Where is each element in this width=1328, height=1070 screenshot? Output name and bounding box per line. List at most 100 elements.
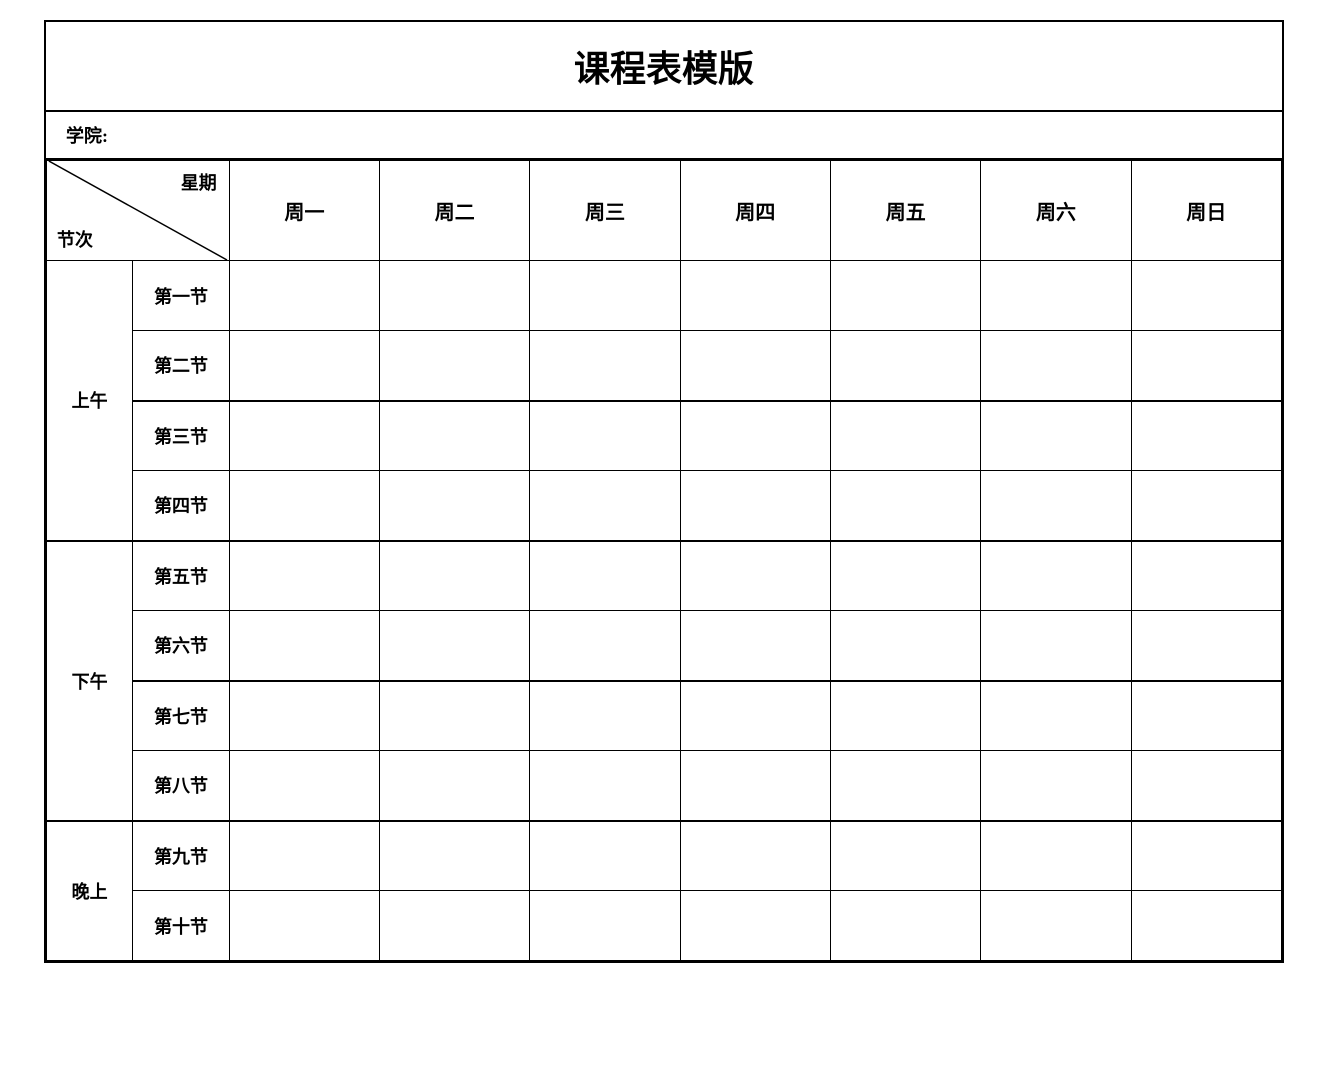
schedule-cell[interactable]	[229, 891, 379, 961]
schedule-cell[interactable]	[530, 681, 680, 751]
table-row: 第六节	[47, 611, 1282, 681]
schedule-cell[interactable]	[1131, 261, 1281, 331]
schedule-cell[interactable]	[680, 821, 830, 891]
schedule-cell[interactable]	[831, 401, 981, 471]
schedule-cell[interactable]	[530, 611, 680, 681]
schedule-cell[interactable]	[831, 681, 981, 751]
schedule-table: 星期 节次 周一 周二 周三 周四 周五 周六 周日 上午第一节第二节第三节第四…	[46, 160, 1282, 961]
header-wednesday: 周三	[530, 161, 680, 261]
schedule-cell[interactable]	[981, 471, 1131, 541]
table-row: 下午第五节	[47, 541, 1282, 611]
time-group-1: 下午	[47, 541, 133, 821]
schedule-cell[interactable]	[680, 261, 830, 331]
schedule-cell[interactable]	[1131, 681, 1281, 751]
schedule-cell[interactable]	[380, 751, 530, 821]
schedule-cell[interactable]	[380, 471, 530, 541]
college-row: 学院:	[46, 112, 1282, 160]
table-row: 第二节	[47, 331, 1282, 401]
schedule-cell[interactable]	[680, 751, 830, 821]
schedule-cell[interactable]	[380, 261, 530, 331]
schedule-cell[interactable]	[229, 331, 379, 401]
schedule-cell[interactable]	[380, 821, 530, 891]
schedule-cell[interactable]	[229, 401, 379, 471]
schedule-cell[interactable]	[380, 331, 530, 401]
schedule-cell[interactable]	[530, 891, 680, 961]
schedule-cell[interactable]	[831, 261, 981, 331]
schedule-cell[interactable]	[229, 261, 379, 331]
schedule-cell[interactable]	[530, 331, 680, 401]
schedule-cell[interactable]	[1131, 821, 1281, 891]
schedule-cell[interactable]	[1131, 751, 1281, 821]
schedule-cell[interactable]	[680, 331, 830, 401]
schedule-cell[interactable]	[229, 681, 379, 751]
schedule-cell[interactable]	[981, 821, 1131, 891]
schedule-cell[interactable]	[981, 751, 1131, 821]
schedule-cell[interactable]	[680, 401, 830, 471]
schedule-cell[interactable]	[530, 751, 680, 821]
schedule-body: 上午第一节第二节第三节第四节下午第五节第六节第七节第八节晚上第九节第十节	[47, 261, 1282, 961]
schedule-wrapper: 课程表模版 学院: 星期 节次 周一	[44, 20, 1284, 963]
period-label: 第一节	[133, 261, 229, 331]
header-monday: 周一	[229, 161, 379, 261]
schedule-cell[interactable]	[229, 821, 379, 891]
schedule-cell[interactable]	[380, 401, 530, 471]
diagonal-bottom-label: 节次	[57, 226, 93, 252]
schedule-cell[interactable]	[530, 261, 680, 331]
schedule-cell[interactable]	[229, 541, 379, 611]
schedule-cell[interactable]	[1131, 611, 1281, 681]
table-row: 第十节	[47, 891, 1282, 961]
schedule-cell[interactable]	[229, 471, 379, 541]
schedule-cell[interactable]	[1131, 331, 1281, 401]
schedule-cell[interactable]	[680, 681, 830, 751]
schedule-cell[interactable]	[229, 611, 379, 681]
header-friday: 周五	[831, 161, 981, 261]
schedule-cell[interactable]	[981, 401, 1131, 471]
schedule-cell[interactable]	[831, 891, 981, 961]
table-row: 上午第一节	[47, 261, 1282, 331]
schedule-cell[interactable]	[1131, 401, 1281, 471]
schedule-cell[interactable]	[229, 751, 379, 821]
schedule-cell[interactable]	[981, 681, 1131, 751]
schedule-cell[interactable]	[981, 541, 1131, 611]
schedule-cell[interactable]	[831, 331, 981, 401]
schedule-cell[interactable]	[831, 611, 981, 681]
period-label: 第七节	[133, 681, 229, 751]
schedule-cell[interactable]	[1131, 471, 1281, 541]
period-label: 第三节	[133, 401, 229, 471]
schedule-cell[interactable]	[380, 681, 530, 751]
schedule-cell[interactable]	[981, 261, 1131, 331]
table-row: 晚上第九节	[47, 821, 1282, 891]
time-group-0: 上午	[47, 261, 133, 541]
schedule-title: 课程表模版	[46, 22, 1282, 112]
header-row: 星期 节次 周一 周二 周三 周四 周五 周六 周日	[47, 161, 1282, 261]
schedule-cell[interactable]	[831, 751, 981, 821]
schedule-cell[interactable]	[680, 471, 830, 541]
schedule-cell[interactable]	[530, 541, 680, 611]
schedule-cell[interactable]	[380, 611, 530, 681]
schedule-cell[interactable]	[530, 401, 680, 471]
schedule-cell[interactable]	[680, 541, 830, 611]
schedule-cell[interactable]	[530, 471, 680, 541]
period-label: 第六节	[133, 611, 229, 681]
schedule-cell[interactable]	[1131, 541, 1281, 611]
schedule-cell[interactable]	[530, 821, 680, 891]
schedule-cell[interactable]	[981, 891, 1131, 961]
schedule-cell[interactable]	[981, 331, 1131, 401]
schedule-cell[interactable]	[680, 891, 830, 961]
header-thursday: 周四	[680, 161, 830, 261]
schedule-cell[interactable]	[831, 821, 981, 891]
schedule-cell[interactable]	[831, 541, 981, 611]
schedule-cell[interactable]	[981, 611, 1131, 681]
period-label: 第八节	[133, 751, 229, 821]
schedule-cell[interactable]	[380, 541, 530, 611]
table-row: 第七节	[47, 681, 1282, 751]
table-row: 第四节	[47, 471, 1282, 541]
period-label: 第九节	[133, 821, 229, 891]
header-saturday: 周六	[981, 161, 1131, 261]
period-label: 第十节	[133, 891, 229, 961]
schedule-cell[interactable]	[1131, 891, 1281, 961]
table-row: 第八节	[47, 751, 1282, 821]
schedule-cell[interactable]	[831, 471, 981, 541]
schedule-cell[interactable]	[380, 891, 530, 961]
schedule-cell[interactable]	[680, 611, 830, 681]
